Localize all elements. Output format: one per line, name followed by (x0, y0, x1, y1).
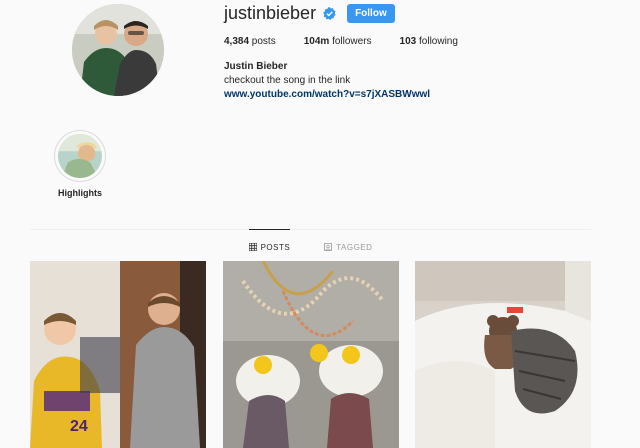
name-row: justinbieber Follow (224, 1, 604, 25)
profile-avatar[interactable] (72, 4, 164, 96)
followers-count-value: 104m (303, 36, 330, 47)
verified-badge-icon (323, 6, 336, 20)
following-count-value: 103 (399, 36, 417, 47)
following-count[interactable]: 103 following (400, 36, 458, 47)
username: justinbieber (224, 3, 317, 23)
post-thumbnail[interactable] (415, 261, 591, 448)
profile-info: justinbieber Follow 4,384 posts 104m fol… (224, 0, 604, 100)
post-thumbnail[interactable]: 24 (30, 261, 206, 448)
post-thumbnail[interactable] (222, 261, 399, 448)
post-image (415, 261, 591, 448)
tab-posts[interactable]: POSTS (248, 229, 291, 258)
highlight-cover (54, 130, 106, 182)
highlight-item[interactable]: Highlights (52, 130, 108, 198)
tab-posts-label: POSTS (260, 242, 291, 252)
posts-count-value: 4,384 (224, 36, 250, 47)
highlight-label: Highlights (58, 188, 102, 198)
highlight-image (58, 134, 102, 178)
grid-icon (248, 243, 257, 251)
follow-button[interactable]: Follow (347, 3, 395, 23)
full-name: Justin Bieber (224, 61, 288, 72)
bio-link[interactable]: www.youtube.com/watch?v=s7jXASBWwwl (224, 89, 604, 100)
bio-text: checkout the song in the link (224, 75, 351, 86)
posts-grid: 24 (30, 261, 591, 448)
followers-count-label: followers (329, 36, 372, 47)
post-image (222, 261, 399, 448)
tag-icon (324, 243, 333, 251)
posts-count-label: posts (249, 36, 276, 47)
tab-tagged-label: TAGGED (336, 242, 373, 252)
posts-count: 4,384 posts (224, 36, 276, 47)
profile-tabs: POSTS TAGGED (30, 229, 591, 258)
following-count-label: following (416, 36, 458, 47)
avatar-photo (72, 4, 164, 96)
svg-text:24: 24 (70, 418, 88, 435)
followers-count[interactable]: 104m followers (304, 36, 372, 47)
post-image: 24 (30, 261, 206, 448)
tab-tagged[interactable]: TAGGED (324, 230, 372, 258)
profile-stats: 4,384 posts 104m followers 103 following (224, 36, 604, 47)
